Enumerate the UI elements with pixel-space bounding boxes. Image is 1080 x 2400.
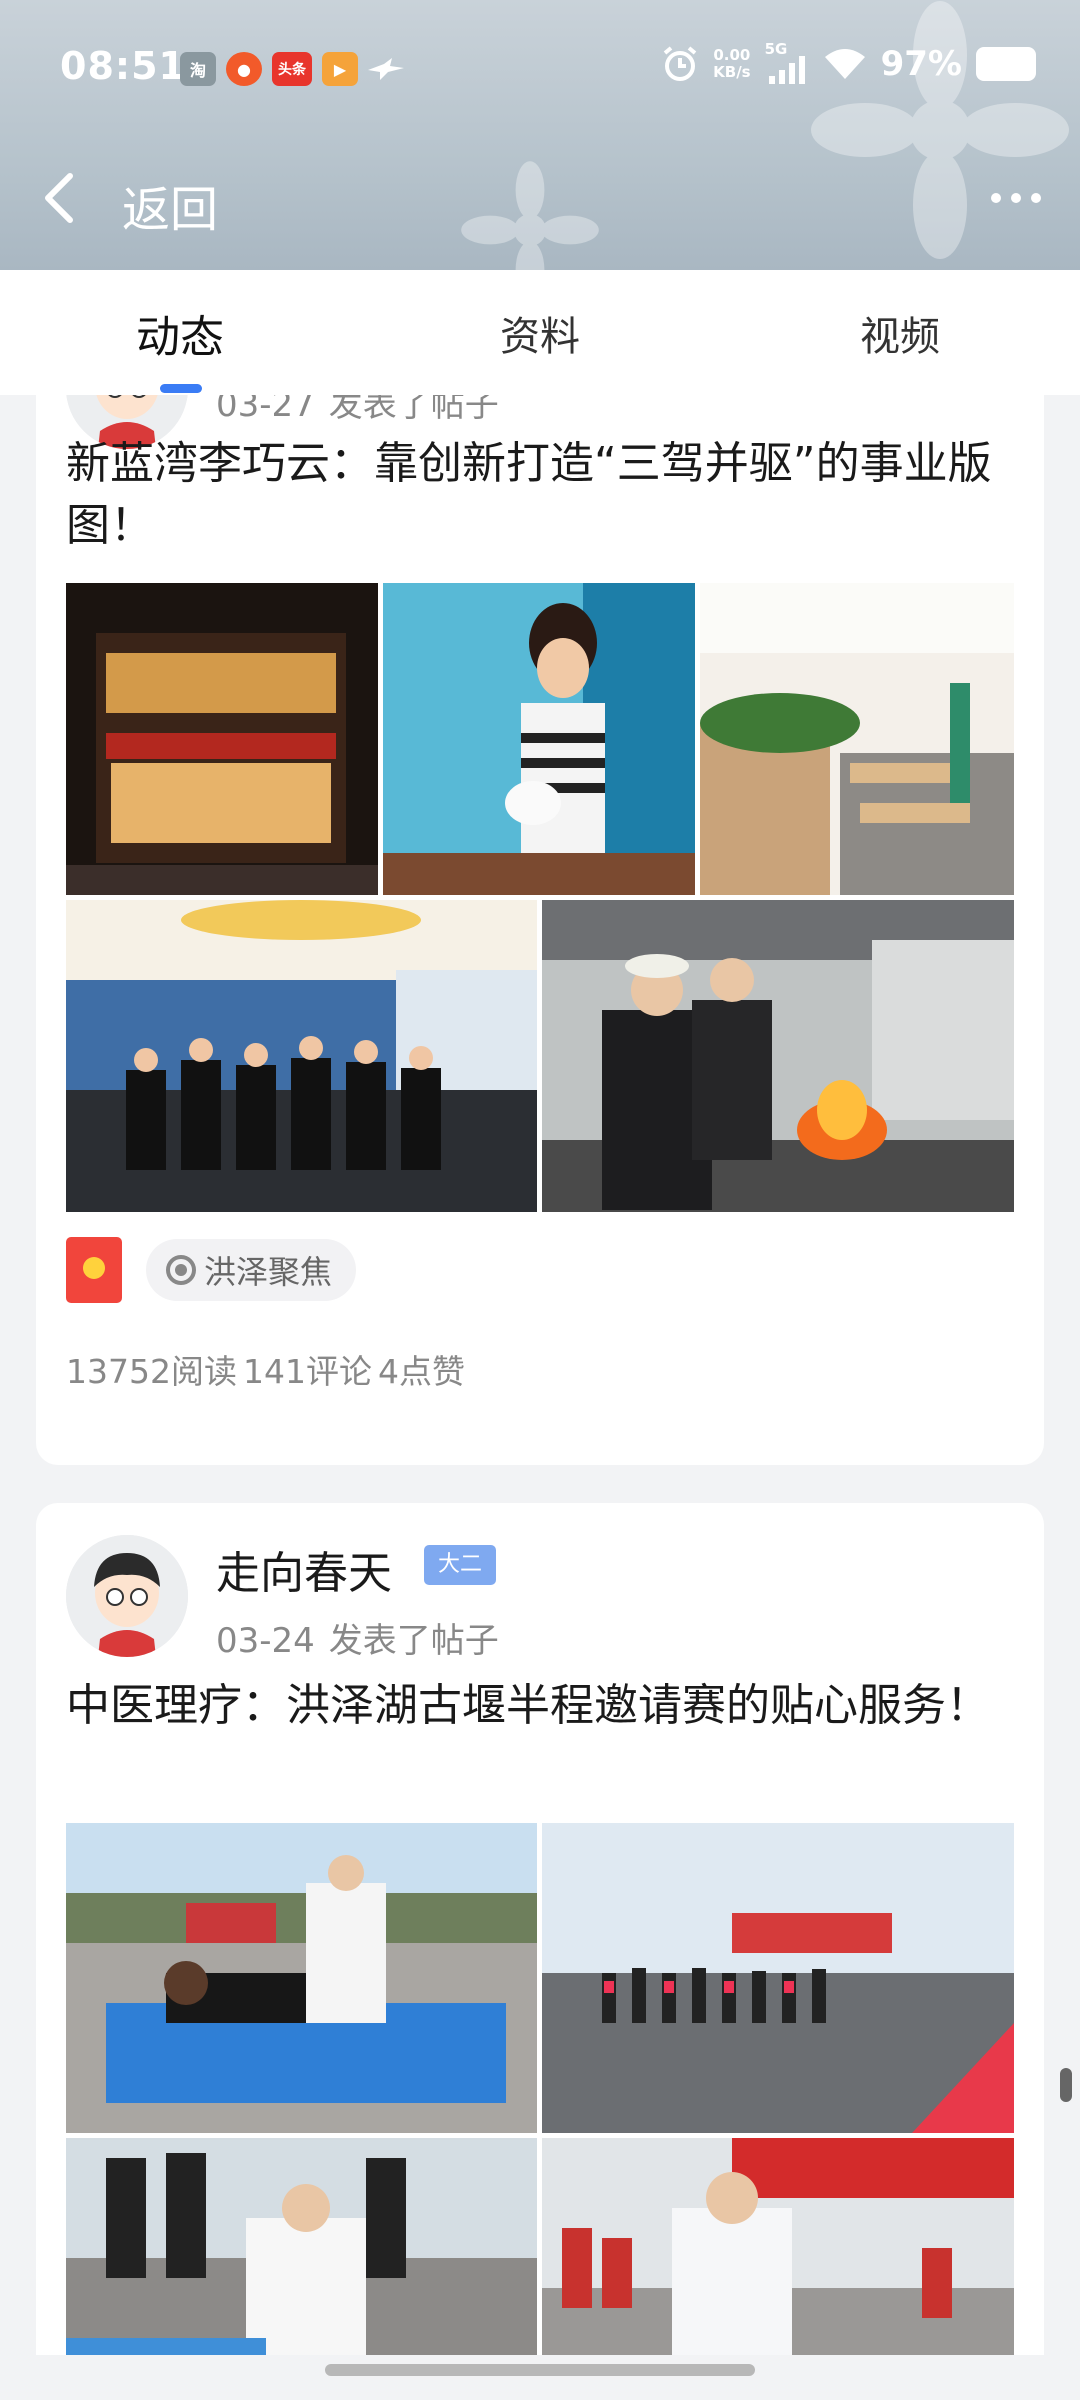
author-name[interactable]: 走向春天 <box>216 1537 392 1601</box>
post-photo[interactable] <box>66 1823 537 2133</box>
toutiao-notification-icon: 头条 <box>272 52 312 86</box>
post-action: 发表了帖子 <box>328 1621 499 1661</box>
app-header: 08:51 淘 ● 头条 ▶ 0.00 KB/s 5G 97% 返回 <box>0 0 1080 270</box>
post-title[interactable]: 新蓝湾李巧云：靠创新打造“三驾并驱”的事业版图！ <box>66 433 1016 557</box>
taobao-notification-icon: 淘 <box>180 52 216 86</box>
bird-icon <box>368 58 404 80</box>
post-photo[interactable] <box>542 900 1014 1212</box>
post-date: 03-24 <box>216 1621 315 1661</box>
app-notification-icon: ● <box>226 52 262 86</box>
post-meta: 03-24 发表了帖子 <box>216 1613 499 1662</box>
back-arrow-icon[interactable] <box>38 172 86 224</box>
post-stats: 13752阅读 141评论 4点赞 <box>66 1345 471 1393</box>
read-count: 13752阅读 <box>66 1352 237 1391</box>
status-right-group: 0.00 KB/s 5G 97% <box>661 40 1036 84</box>
scrollbar-thumb[interactable] <box>1060 2068 1072 2102</box>
topic-icon <box>166 1255 196 1285</box>
post-card[interactable]: 03-27 发表了帖子 新蓝湾李巧云：靠创新打造“三驾并驱”的事业版图！ 洪泽聚焦… <box>36 395 1044 1465</box>
avatar[interactable] <box>66 1535 188 1657</box>
wifi-icon <box>824 49 865 79</box>
post-photo[interactable] <box>542 1823 1014 2133</box>
post-title[interactable]: 中医理疗：洪泽湖古堰半程邀请赛的贴心服务！ <box>66 1675 1016 1737</box>
battery-percent: 97% <box>880 44 962 84</box>
video-notification-icon: ▶ <box>322 52 358 86</box>
profile-tabs: 动态 资料 视频 <box>0 270 1080 395</box>
post-photo[interactable] <box>66 2138 537 2355</box>
active-tab-indicator <box>160 384 202 393</box>
red-packet-icon[interactable] <box>66 1237 122 1303</box>
level-badge: 大二 <box>424 1545 497 1585</box>
home-indicator[interactable] <box>325 2364 755 2376</box>
post-card[interactable]: 走向春天 大二 03-24 发表了帖子 中医理疗：洪泽湖古堰半程邀请赛的贴心服务！ <box>36 1503 1044 2355</box>
post-photo[interactable] <box>66 900 537 1212</box>
post-photo[interactable] <box>383 583 695 895</box>
tab-videos[interactable]: 视频 <box>720 270 1080 395</box>
post-meta: 03-27 发表了帖子 <box>216 395 499 426</box>
post-photo[interactable] <box>66 583 378 895</box>
post-action: 发表了帖子 <box>328 395 499 425</box>
like-count[interactable]: 4点赞 <box>378 1352 465 1391</box>
alarm-icon <box>663 46 697 81</box>
battery-icon <box>976 47 1036 81</box>
signal-icon: 5G <box>765 40 809 84</box>
status-time: 08:51 <box>60 44 186 88</box>
tab-dynamics[interactable]: 动态 <box>0 270 360 395</box>
back-button[interactable]: 返回 <box>122 170 218 240</box>
status-bar: 08:51 淘 ● 头条 ▶ 0.00 KB/s 5G 97% <box>0 0 1080 140</box>
tab-profile[interactable]: 资料 <box>360 270 720 395</box>
comment-count[interactable]: 141评论 <box>243 1352 372 1391</box>
topic-tag[interactable]: 洪泽聚焦 <box>146 1239 357 1301</box>
post-feed[interactable]: 03-27 发表了帖子 新蓝湾李巧云：靠创新打造“三驾并驱”的事业版图！ 洪泽聚焦… <box>0 395 1080 2355</box>
post-photo[interactable] <box>700 583 1014 895</box>
topic-tag-label: 洪泽聚焦 <box>204 1253 333 1291</box>
network-speed: 0.00 KB/s <box>713 46 751 81</box>
more-options-icon[interactable] <box>986 178 1046 218</box>
post-photo[interactable] <box>542 2138 1014 2355</box>
nav-bar: 返回 <box>0 150 1080 246</box>
post-date: 03-27 <box>216 395 315 425</box>
